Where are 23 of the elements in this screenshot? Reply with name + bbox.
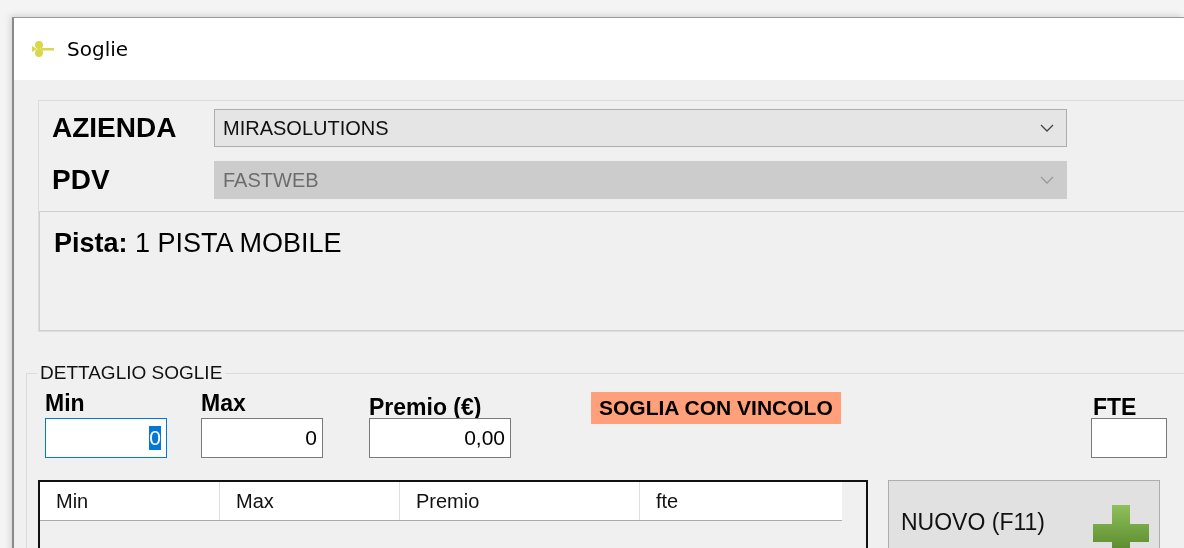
pista-text: Pista: 1 PISTA MOBILE [54, 228, 342, 258]
window-title: Soglie [67, 37, 129, 61]
input-field[interactable]: 0,00 [369, 418, 511, 458]
input-field[interactable] [1091, 418, 1167, 458]
field-label: Max [201, 389, 247, 418]
new-button[interactable]: NUOVO (F11) [888, 480, 1160, 548]
column-header[interactable]: fte [640, 482, 840, 520]
column-header[interactable]: Premio [400, 482, 640, 520]
column-header[interactable]: Min [40, 482, 220, 520]
selector-label: PDV [52, 164, 111, 196]
input-field[interactable]: 0 [45, 418, 167, 458]
chevron-down-icon [1040, 124, 1054, 132]
group-title: DETTAGLIO SOGLIE [39, 362, 224, 384]
app-icon [31, 39, 55, 59]
selector-label: AZIENDA [52, 112, 178, 144]
plus-icon [1093, 505, 1149, 548]
column-header[interactable]: Max [220, 482, 400, 520]
input-field[interactable]: 0 [201, 418, 323, 458]
dropdown[interactable]: MIRASOLUTIONS [214, 109, 1067, 147]
chevron-down-icon [1040, 176, 1054, 184]
field-label: Min [45, 389, 86, 418]
field-label: FTE [1093, 393, 1138, 422]
constraint-label: SOGLIA CON VINCOLO [591, 392, 841, 424]
